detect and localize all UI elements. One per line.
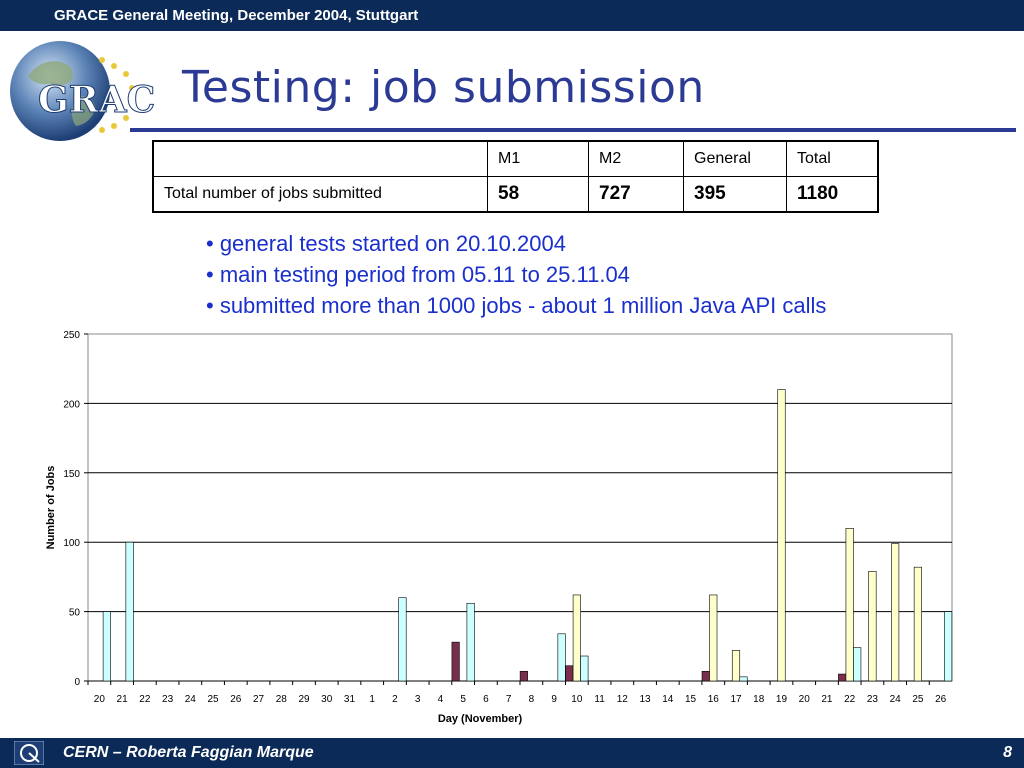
table-header-cell: M1 (487, 140, 589, 177)
table-header-cell: Total (786, 140, 879, 177)
logo-text: GRACE (38, 79, 154, 121)
bar (125, 541, 134, 682)
bar (868, 571, 877, 682)
x-tick-label: 21 (821, 694, 833, 705)
x-tick-label: 18 (753, 694, 765, 705)
x-tick-label: 5 (460, 694, 466, 705)
x-tick-label: 4 (438, 694, 444, 705)
bar (853, 647, 862, 682)
x-tick-label: 30 (321, 694, 333, 705)
y-tick-label: 200 (63, 399, 80, 410)
x-tick-label: 22 (139, 694, 151, 705)
x-tick-label: 13 (639, 694, 651, 705)
x-tick-label: 10 (571, 694, 583, 705)
x-tick-label: 3 (415, 694, 421, 705)
bar (845, 528, 854, 682)
bar (466, 602, 475, 682)
table-cell: 395 (683, 176, 787, 213)
x-tick-label: 21 (117, 694, 129, 705)
bar (102, 611, 111, 682)
bar (398, 597, 407, 682)
bar (891, 543, 900, 682)
bar (739, 676, 748, 682)
bar (838, 673, 847, 682)
x-tick-label: 16 (708, 694, 720, 705)
x-tick-label: 27 (253, 694, 265, 705)
jobs-per-day-chart: 05010015020025020 21 22 23 24 25 26 27 28 29 30 31 1… (45, 330, 953, 725)
bar (451, 641, 460, 682)
x-tick-label: 7 (506, 694, 512, 705)
slide-title: Testing: job submission (182, 62, 705, 113)
bar (565, 665, 574, 682)
table-header-cell: M2 (588, 140, 684, 177)
y-tick-label: 0 (74, 677, 80, 688)
header-bar: GRACE General Meeting, December 2004, St… (0, 0, 1024, 31)
cern-logo-icon (14, 741, 44, 765)
x-tick-label: 20 (799, 694, 811, 705)
x-tick-label: 23 (162, 694, 174, 705)
table-row: Total number of jobs submitted 58 727 39… (152, 176, 879, 213)
x-tick-label: 8 (529, 694, 535, 705)
x-tick-label: 25 (912, 694, 924, 705)
x-tick-label: 26 (935, 694, 947, 705)
table-cell: 1180 (786, 176, 879, 213)
table-cell: 58 (487, 176, 589, 213)
x-tick-label: 28 (276, 694, 288, 705)
bar (731, 650, 741, 682)
x-tick-label: 12 (617, 694, 629, 705)
title-divider (130, 128, 1016, 132)
x-tick-label: 6 (483, 694, 489, 705)
x-tick-label: 14 (662, 694, 674, 705)
bar (944, 611, 953, 682)
y-axis-label: Number of Jobs (45, 466, 57, 550)
table-cell: 727 (588, 176, 684, 213)
x-tick-label: 24 (890, 694, 902, 705)
bullet-item: • general tests started on 20.10.2004 (206, 231, 566, 256)
bullet-list: • general tests started on 20.10.2004 • … (206, 230, 826, 323)
bullet-item: • main testing period from 05.11 to 25.1… (206, 262, 630, 287)
x-tick-label: 17 (730, 694, 742, 705)
x-tick-label: 24 (185, 694, 197, 705)
bullet-item: • submitted more than 1000 jobs - about … (206, 293, 827, 318)
y-tick-label: 150 (63, 469, 80, 480)
x-tick-label: 2 (392, 694, 398, 705)
x-tick-label: 31 (344, 694, 356, 705)
x-axis-label: Day (November) (438, 713, 523, 725)
footer-bar: CERN – Roberta Faggian Marque 8 (0, 738, 1024, 768)
x-tick-label: 22 (844, 694, 856, 705)
x-tick-label: 15 (685, 694, 697, 705)
x-tick-label: 1 (369, 694, 375, 705)
header-text: GRACE General Meeting, December 2004, St… (54, 7, 419, 24)
bar (709, 594, 718, 682)
bar (519, 670, 528, 682)
footer-text: CERN – Roberta Faggian Marque (63, 744, 314, 761)
x-tick-label: 9 (551, 694, 557, 705)
y-tick-label: 50 (69, 608, 81, 619)
table-header-row: M1 M2 General Total (152, 140, 879, 177)
bar (701, 670, 710, 682)
table-header-cell: General (683, 140, 787, 177)
x-tick-label: 19 (776, 694, 788, 705)
x-tick-label: 20 (94, 694, 106, 705)
x-tick-label: 11 (594, 694, 605, 705)
x-tick-label: 29 (298, 694, 310, 705)
bar (913, 566, 922, 682)
table-header-cell (152, 140, 488, 177)
x-tick-label: 26 (230, 694, 242, 705)
bar (572, 594, 581, 682)
plot-area (87, 333, 953, 682)
table-row-label: Total number of jobs submitted (152, 176, 488, 213)
jobs-summary-table: M1 M2 General Total Total number of jobs… (152, 140, 879, 213)
x-tick-label: 25 (207, 694, 219, 705)
bar (777, 389, 786, 682)
x-tick-label: 23 (867, 694, 879, 705)
page-number: 8 (1003, 744, 1012, 761)
bar (557, 633, 566, 682)
y-tick-label: 100 (63, 538, 80, 549)
y-tick-label: 250 (63, 330, 80, 341)
bar (580, 655, 589, 682)
